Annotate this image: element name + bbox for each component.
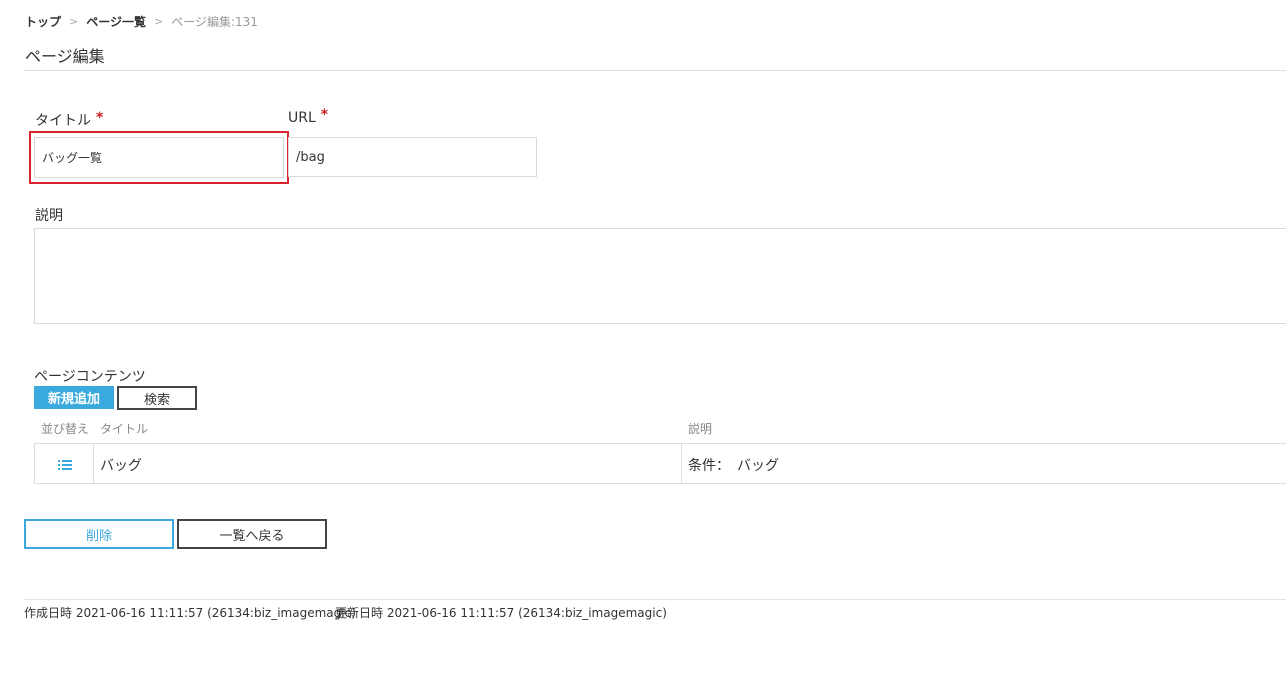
- title-field-label: タイトル *: [35, 110, 103, 130]
- cell-divider: [93, 444, 94, 483]
- row-title[interactable]: バッグ: [100, 455, 142, 475]
- title-input[interactable]: バッグ一覧: [34, 137, 284, 178]
- row-description: 条件： バッグ: [688, 458, 779, 474]
- breadcrumb: トップ > ページ一覧 > ページ編集:131: [25, 13, 258, 29]
- description-textarea[interactable]: [34, 228, 1286, 324]
- breadcrumb-separator: >: [69, 14, 79, 28]
- url-input[interactable]: /bag: [288, 137, 537, 177]
- list-icon[interactable]: [57, 457, 73, 471]
- url-label-text: URL: [288, 110, 316, 126]
- page-title: ページ編集: [25, 47, 105, 66]
- breadcrumb-page-list-link[interactable]: ページ一覧: [86, 13, 146, 30]
- required-mark: *: [96, 110, 104, 126]
- back-to-list-button[interactable]: 一覧へ戻る: [177, 519, 327, 549]
- cell-divider: [681, 444, 682, 483]
- breadcrumb-current: ページ編集:131: [171, 14, 258, 29]
- description-label: 説明: [35, 208, 63, 224]
- title-divider: [24, 70, 1286, 71]
- url-field-label: URL *: [288, 107, 329, 126]
- column-header-title: タイトル: [100, 422, 149, 436]
- delete-button[interactable]: 削除: [24, 519, 174, 549]
- footer-divider: [24, 599, 1286, 600]
- table-row: バッグ 条件： バッグ: [34, 443, 1286, 484]
- column-header-description: 説明: [688, 422, 713, 436]
- created-info: 作成日時 2021-06-16 11:11:57 (26134:biz_imag…: [24, 606, 356, 620]
- required-mark: *: [320, 107, 329, 123]
- page-contents-label: ページコンテンツ: [34, 369, 146, 385]
- search-button[interactable]: 検索: [117, 386, 197, 410]
- title-label-text: タイトル: [35, 113, 91, 129]
- breadcrumb-top-link[interactable]: トップ: [25, 13, 61, 30]
- breadcrumb-separator: >: [154, 14, 164, 28]
- add-new-button[interactable]: 新規追加: [34, 386, 114, 409]
- updated-info: 更新日時 2021-06-16 11:11:57 (26134:biz_imag…: [335, 606, 667, 620]
- column-header-sort: 並び替え: [41, 422, 90, 436]
